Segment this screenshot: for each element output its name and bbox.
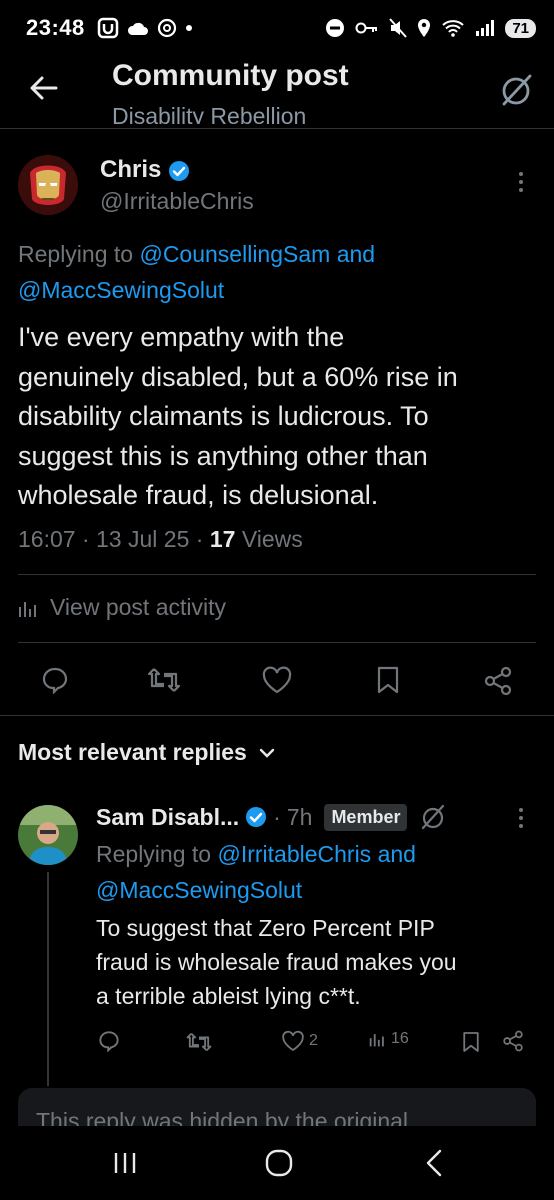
reply-icon[interactable]: [41, 666, 69, 694]
page-title: Community post: [112, 59, 349, 92]
replying-to-label: Replying to: [96, 841, 212, 867]
like-count: 2: [309, 1032, 318, 1049]
post-author-row: Chris: [100, 156, 190, 184]
user-photo-avatar-icon: [18, 805, 78, 865]
mute-icon: [389, 18, 408, 38]
views-action[interactable]: 16: [369, 1030, 409, 1048]
key-icon: [355, 22, 378, 34]
avatar[interactable]: [18, 805, 78, 865]
recent-apps-icon[interactable]: [112, 1150, 138, 1176]
status-system-icons: 71: [325, 18, 536, 38]
views-label: Views: [241, 526, 303, 552]
member-badge: Member: [324, 803, 408, 831]
mention-link[interactable]: @IrritableChris: [217, 841, 371, 867]
reply-text: To suggest that Zero Percent PIP fraud i…: [96, 911, 546, 1013]
view-count: 16: [391, 1030, 409, 1047]
verified-badge-icon: [246, 807, 267, 827]
replies-sort-label: Most relevant replies: [18, 739, 247, 765]
analytics-icon: [369, 1034, 384, 1047]
more-options-icon[interactable]: [516, 170, 526, 194]
location-icon: [418, 19, 431, 37]
bookmark-icon[interactable]: [376, 666, 400, 694]
back-nav-icon[interactable]: [424, 1148, 444, 1178]
reply-author-row: Sam Disabl... · 7h Member: [96, 803, 447, 831]
reply-replying-to: Replying to @IrritableChris and @MaccSew…: [96, 836, 536, 908]
like-action[interactable]: 2: [281, 1030, 318, 1052]
post-time: 16:07: [18, 526, 76, 552]
system-navigation-bar: [0, 1126, 554, 1200]
post-meta: 16:07 · 13 Jul 25 · 17 Views: [18, 526, 303, 553]
verified-badge-icon: [169, 160, 190, 181]
meta-separator: ·: [195, 526, 204, 552]
battery-indicator: 71: [505, 18, 536, 38]
app-notification-icon: [97, 17, 119, 39]
community-settings-icon[interactable]: [498, 72, 534, 108]
header-divider: [0, 128, 554, 129]
analytics-icon: [19, 601, 36, 617]
more-options-icon[interactable]: [516, 806, 526, 830]
community-icon: [422, 804, 445, 830]
post-author-handle[interactable]: @IrritableChris: [100, 188, 254, 215]
post-replying-to: Replying to @CounsellingSam and @MaccSew…: [18, 236, 538, 308]
top-app-bar: Community post Disability Rebellion: [0, 56, 554, 128]
home-icon[interactable]: [264, 1148, 294, 1178]
bookmark-icon[interactable]: [462, 1031, 480, 1053]
cloud-icon: [127, 22, 148, 35]
wifi-icon: [442, 20, 464, 37]
threads-icon: [157, 18, 176, 38]
views-count: 17: [209, 526, 236, 552]
meta-separator: ·: [273, 803, 281, 830]
reply-text-line: fraud is wholesale fraud makes you: [96, 949, 457, 975]
actions-divider: [0, 715, 554, 716]
repost-icon[interactable]: [147, 666, 181, 694]
signal-icon: [476, 20, 495, 36]
back-arrow-icon[interactable]: [28, 72, 60, 104]
avatar[interactable]: [18, 155, 78, 215]
replies-sort-dropdown[interactable]: Most relevant replies: [18, 739, 275, 766]
reply-age: 7h: [286, 803, 313, 830]
post-text-line: I've every empathy with the: [18, 322, 345, 352]
ironman-avatar-icon: [18, 155, 78, 215]
post-text-line: genuinely disabled, but a 60% rise in: [18, 361, 458, 392]
mention-link[interactable]: @MaccSewingSolut: [96, 877, 302, 903]
status-bar: 23:48 71: [0, 0, 554, 56]
post-text-line: wholesale fraud, is delusional.: [18, 480, 379, 510]
meta-separator: ·: [81, 526, 90, 552]
reply-author-name[interactable]: Sam Disabl...: [96, 804, 239, 831]
view-post-activity-label: View post activity: [50, 594, 226, 620]
post-divider: [18, 574, 536, 575]
post-text-line: suggest this is anything other than: [18, 440, 428, 471]
status-notification-icons: [97, 17, 193, 39]
repost-icon[interactable]: [186, 1031, 212, 1053]
dnd-icon: [326, 19, 345, 37]
share-icon[interactable]: [502, 1030, 524, 1052]
mention-link[interactable]: @MaccSewingSolut: [18, 277, 224, 303]
reply-text-line: a terrible ableist lying c**t.: [96, 983, 361, 1009]
reply-icon[interactable]: [98, 1030, 120, 1052]
share-icon[interactable]: [483, 666, 513, 696]
status-time: 23:48: [26, 15, 85, 40]
view-post-activity-button[interactable]: View post activity: [18, 594, 226, 621]
like-icon[interactable]: [261, 666, 293, 694]
post-text-line: disability claimants is ludicrous. To: [18, 401, 429, 431]
post-text: I've every empathy with the genuinely di…: [18, 318, 548, 516]
community-name[interactable]: Disability Rebellion: [112, 102, 306, 124]
reply-text-line: To suggest that Zero Percent PIP: [96, 915, 435, 941]
like-icon: [282, 1030, 304, 1052]
post-date: 13 Jul 25: [96, 526, 190, 552]
chevron-down-icon: [259, 748, 275, 758]
replying-and: and: [377, 841, 416, 867]
mention-link[interactable]: @CounsellingSam: [139, 241, 330, 267]
replying-and: and: [336, 241, 376, 267]
replying-to-label: Replying to: [18, 241, 134, 267]
post-author-name[interactable]: Chris: [100, 156, 161, 183]
activity-divider: [18, 642, 536, 643]
thread-line: [47, 872, 49, 1086]
dot-icon: [185, 25, 192, 31]
